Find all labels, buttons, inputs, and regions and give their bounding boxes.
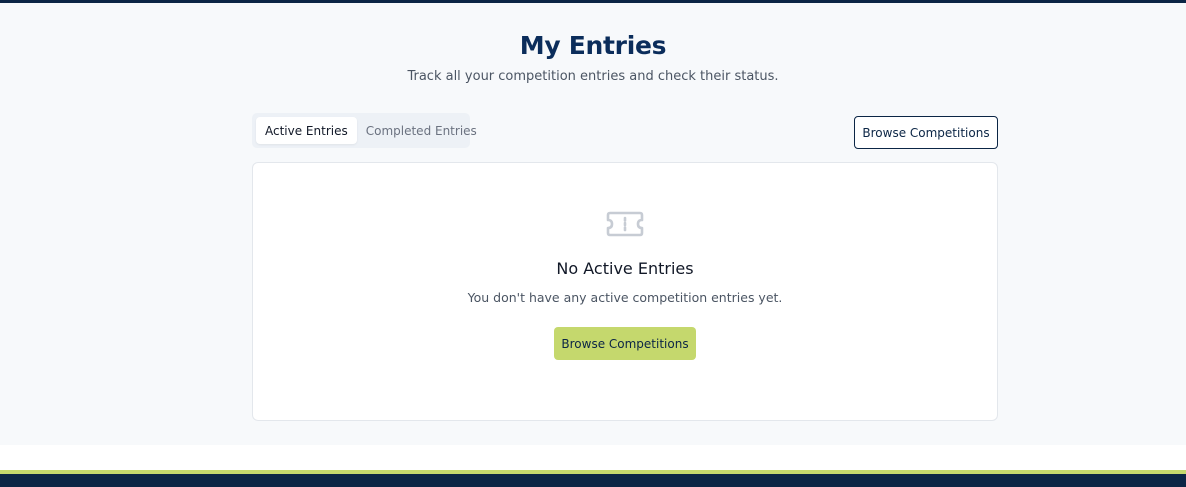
empty-state-text: You don't have any active competition en… — [467, 290, 783, 305]
empty-state-card: No Active Entries You don't have any act… — [252, 162, 998, 421]
empty-state-title: No Active Entries — [556, 259, 694, 278]
page-content: My Entries Track all your competition en… — [0, 3, 1186, 445]
browse-competitions-button[interactable]: Browse Competitions — [854, 116, 998, 149]
footer-bar — [0, 474, 1186, 487]
empty-browse-competitions-button[interactable]: Browse Competitions — [554, 327, 696, 360]
ticket-icon — [606, 211, 644, 237]
entries-tabs: Active Entries Completed Entries — [252, 113, 477, 148]
page-subtitle: Track all your competition entries and c… — [407, 69, 779, 84]
tab-active-entries[interactable]: Active Entries — [256, 117, 357, 144]
page-title: My Entries — [519, 31, 667, 60]
tab-completed-entries[interactable]: Completed Entries — [357, 117, 486, 144]
